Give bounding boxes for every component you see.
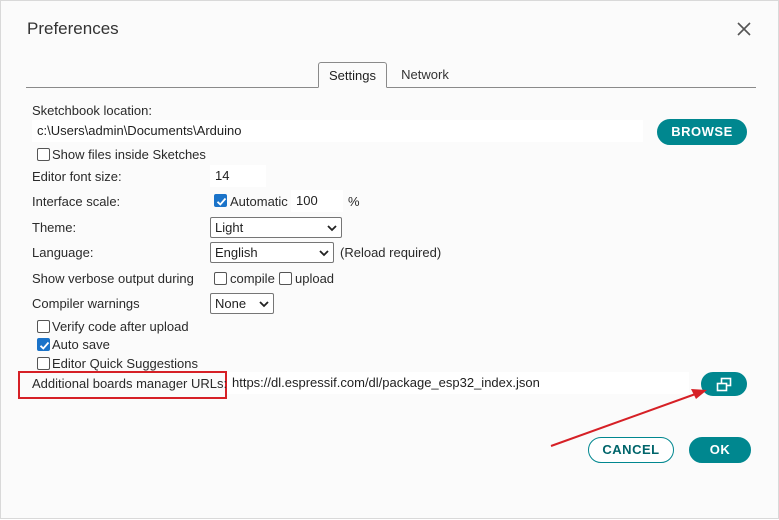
language-label: Language: bbox=[32, 245, 94, 260]
checkmark-icon bbox=[216, 197, 227, 206]
compiler-warnings-value: None bbox=[215, 296, 247, 311]
open-window-icon bbox=[716, 377, 732, 392]
language-value: English bbox=[215, 245, 258, 260]
language-select[interactable]: English bbox=[210, 242, 334, 263]
open-urls-editor-button[interactable] bbox=[701, 372, 747, 396]
chevron-down-icon bbox=[259, 301, 269, 308]
automatic-label: Automatic bbox=[230, 194, 288, 209]
theme-label: Theme: bbox=[32, 220, 77, 235]
upload-label: upload bbox=[295, 271, 335, 286]
compile-label: compile bbox=[230, 271, 275, 286]
automatic-checkbox[interactable] bbox=[214, 194, 227, 207]
interface-scale-label: Interface scale: bbox=[32, 194, 121, 209]
close-icon[interactable] bbox=[734, 19, 754, 39]
chevron-down-icon bbox=[319, 250, 329, 257]
cancel-button[interactable]: CANCEL bbox=[588, 437, 674, 463]
theme-value: Light bbox=[215, 220, 244, 235]
show-files-checkbox[interactable] bbox=[37, 148, 50, 161]
sketchbook-location-label: Sketchbook location: bbox=[32, 103, 152, 118]
font-size-input[interactable] bbox=[210, 165, 266, 187]
chevron-down-icon bbox=[327, 225, 337, 232]
upload-checkbox[interactable] bbox=[279, 272, 292, 285]
verify-code-label: Verify code after upload bbox=[52, 319, 189, 334]
dialog-title: Preferences bbox=[27, 19, 119, 38]
boards-url-label: Additional boards manager URLs: bbox=[32, 376, 228, 391]
tab-settings[interactable]: Settings bbox=[318, 62, 387, 88]
boards-url-input[interactable] bbox=[227, 372, 689, 394]
ok-button[interactable]: OK bbox=[689, 437, 751, 463]
browse-button[interactable]: BROWSE bbox=[657, 119, 747, 145]
quick-suggestions-label: Editor Quick Suggestions bbox=[52, 356, 198, 371]
compiler-warnings-select[interactable]: None bbox=[210, 293, 274, 314]
scale-unit: % bbox=[348, 194, 360, 209]
verify-code-checkbox[interactable] bbox=[37, 320, 50, 333]
compiler-warnings-label: Compiler warnings bbox=[32, 296, 140, 311]
compile-checkbox[interactable] bbox=[214, 272, 227, 285]
font-size-label: Editor font size: bbox=[32, 169, 122, 184]
checkmark-icon bbox=[39, 341, 50, 350]
auto-save-label: Auto save bbox=[52, 337, 110, 352]
theme-select[interactable]: Light bbox=[210, 217, 342, 238]
verbose-output-label: Show verbose output during bbox=[32, 271, 194, 286]
sketchbook-location-input[interactable] bbox=[32, 120, 643, 142]
auto-save-checkbox[interactable] bbox=[37, 338, 50, 351]
show-files-label: Show files inside Sketches bbox=[52, 147, 206, 162]
tab-network[interactable]: Network bbox=[394, 62, 456, 88]
tab-divider bbox=[26, 87, 756, 88]
reload-note: (Reload required) bbox=[340, 245, 442, 260]
quick-suggestions-checkbox[interactable] bbox=[37, 357, 50, 370]
preferences-dialog: Preferences Settings Network Sketchbook … bbox=[0, 0, 779, 519]
scale-input[interactable] bbox=[291, 190, 343, 212]
